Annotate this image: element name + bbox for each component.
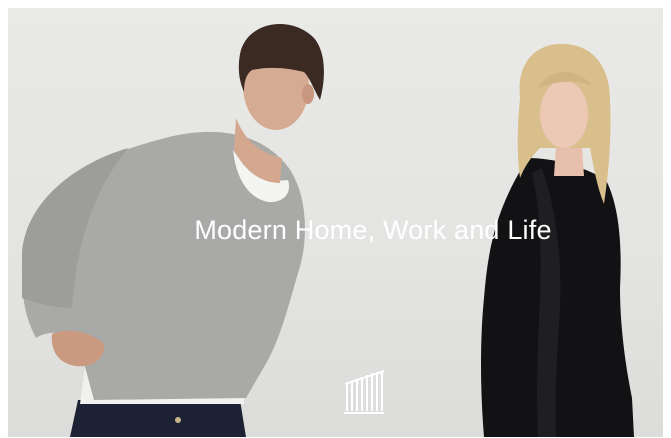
building-columns-logo-icon[interactable] [341, 369, 387, 415]
hero-banner[interactable]: Modern Home, Work and Life [8, 8, 663, 437]
page: Modern Home, Work and Life [0, 0, 671, 438]
hero-headline: Modern Home, Work and Life [194, 215, 552, 245]
